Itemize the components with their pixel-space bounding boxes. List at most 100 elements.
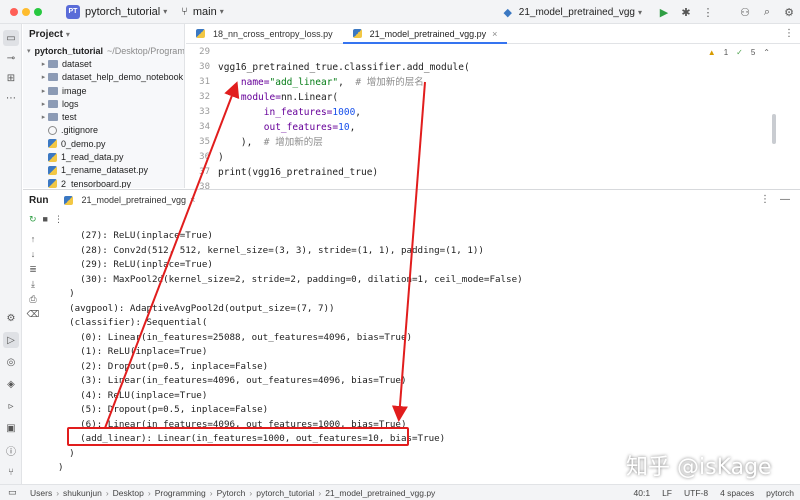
tree-item-7[interactable]: 1_read_data.py	[23, 150, 184, 163]
zoom-window-button[interactable]	[34, 7, 42, 16]
chevron-right-icon[interactable]: ▸	[39, 60, 48, 68]
console-line: (5): Dropout(p=0.5, inplace=False)	[58, 404, 269, 415]
print-icon[interactable]: ⎙	[23, 294, 43, 308]
tree-item-label: image	[62, 85, 87, 96]
indent-setting[interactable]: 4 spaces	[720, 488, 754, 498]
chevron-down-icon[interactable]: ▾	[66, 30, 70, 39]
project-tool-icon[interactable]: ▭	[3, 30, 19, 46]
scroll-to-end-icon[interactable]: ⤓	[23, 279, 43, 293]
tree-root[interactable]: ▾ pytorch_tutorial ~/Desktop/Programm	[23, 44, 184, 57]
breadcrumb-item[interactable]: pytorch_tutorial	[256, 488, 314, 498]
toggle-tool-windows-icon[interactable]: ▭	[8, 487, 17, 498]
python-packages-icon[interactable]: ⚙	[3, 310, 19, 326]
close-tab-icon[interactable]: ×	[492, 29, 497, 39]
project-panel-header[interactable]: Project ▾	[23, 24, 184, 44]
run-side-toolbar: ↑ ↓ ≣ ⤓ ⎙ ⌫	[23, 234, 43, 324]
breadcrumb-item[interactable]: Pytorch	[217, 488, 246, 498]
console-line: (0): Linear(in_features=25088, out_featu…	[58, 331, 413, 343]
chevron-right-icon[interactable]: ▸	[39, 113, 48, 121]
structure-icon[interactable]: ⊞	[3, 70, 19, 86]
code-comment: # 增加新的层名	[355, 77, 424, 88]
chevron-down-icon[interactable]: ▾	[27, 47, 31, 55]
code-text: )	[218, 152, 224, 163]
line-number: 31	[199, 77, 210, 87]
more-icon[interactable]: ⋮	[700, 4, 716, 20]
project-switcher[interactable]: pytorch_tutorial	[85, 6, 160, 18]
stop-icon[interactable]: ■	[43, 214, 48, 224]
gitignore-file-icon	[48, 125, 57, 135]
chevron-down-icon[interactable]: ▾	[220, 7, 224, 16]
minimize-window-button[interactable]	[22, 7, 30, 16]
branch-switcher[interactable]: main	[193, 6, 217, 18]
file-encoding[interactable]: UTF-8	[684, 488, 708, 498]
caret-position[interactable]: 40:1	[634, 488, 651, 498]
debug-icon[interactable]: ✱	[678, 4, 694, 20]
python-file-icon	[48, 152, 57, 162]
breadcrumb-item[interactable]: 21_model_pretrained_vgg.py	[325, 488, 435, 498]
search-icon[interactable]: ⌕	[759, 4, 775, 20]
code-number: 1000	[332, 107, 356, 118]
python-console-icon[interactable]: ◎	[3, 354, 19, 370]
breadcrumb-item[interactable]: Desktop	[113, 488, 144, 498]
settings-icon[interactable]: ⚙	[781, 4, 797, 20]
inspection-widget[interactable]: ▲ 1 ✓ 5 ⌃	[708, 48, 770, 57]
arrow-up-icon[interactable]: ↑	[23, 234, 43, 248]
tab-label: 21_model_pretrained_vgg.py	[369, 28, 487, 39]
editor-scrollbar[interactable]	[772, 114, 776, 144]
chevron-right-icon[interactable]: ▸	[39, 100, 48, 108]
interpreter-selector[interactable]: pytorch	[766, 488, 794, 498]
tree-item-2[interactable]: ▸ image	[23, 84, 184, 97]
chevron-down-icon[interactable]: ▾	[163, 7, 167, 16]
code-line: in_features=1000,	[263, 107, 362, 118]
tab-18-nn-cross-entropy-loss[interactable]: 18_nn_cross_entropy_loss.py	[186, 24, 343, 43]
line-separator[interactable]: LF	[662, 488, 672, 498]
arrow-down-icon[interactable]: ↓	[23, 249, 43, 263]
more-tabs-icon[interactable]: ⋮	[784, 28, 794, 39]
tab-21-model-pretrained-vgg[interactable]: 21_model_pretrained_vgg.py ×	[342, 24, 508, 44]
tree-item-9[interactable]: 2_tensorboard.py	[23, 177, 184, 188]
chevron-right-icon[interactable]: ▸	[39, 73, 48, 81]
breadcrumb-item[interactable]: Users	[30, 488, 52, 498]
run-icon[interactable]: ▶	[656, 4, 672, 20]
services-icon[interactable]: ▹	[3, 398, 19, 414]
tool-window-strip: ▭ ⊸ ⊞ ⋯ ⚙ ▷ ◎ ◈ ▹ ▣ ⓘ ⑂	[0, 24, 22, 484]
trash-icon[interactable]: ⌫	[23, 309, 43, 323]
more-tools-icon[interactable]: ⋯	[3, 90, 19, 106]
console-line: (3): Linear(in_features=4096, out_featur…	[58, 375, 407, 386]
tree-item-0[interactable]: ▸ dataset	[23, 57, 184, 70]
window-controls	[10, 7, 42, 16]
more-icon[interactable]: ⋮	[760, 194, 770, 205]
soft-wrap-icon[interactable]: ≣	[23, 264, 43, 278]
layers-icon[interactable]: ◈	[3, 376, 19, 392]
chevron-right-icon[interactable]: ▸	[39, 87, 48, 95]
run-tool-icon[interactable]: ▷	[3, 332, 19, 348]
terminal-icon[interactable]: ▣	[3, 420, 19, 436]
rerun-icon[interactable]: ↻	[29, 214, 37, 225]
tree-item-label: dataset_help_demo_notebook	[62, 72, 184, 83]
close-tab-icon[interactable]: ×	[190, 195, 195, 205]
project-panel-title: Project	[29, 28, 63, 40]
chevron-up-icon[interactable]: ⌃	[763, 48, 770, 57]
git-icon[interactable]: ⑂	[3, 464, 19, 480]
tree-item-6[interactable]: 0_demo.py	[23, 137, 184, 150]
breadcrumb-item[interactable]: Programming	[155, 488, 206, 498]
chevron-down-icon[interactable]: ▾	[638, 8, 642, 17]
run-config-selector[interactable]: 21_model_pretrained_vgg	[519, 7, 635, 18]
tree-item-3[interactable]: ▸ logs	[23, 97, 184, 110]
tree-item-1[interactable]: ▸ dataset_help_demo_notebook	[23, 71, 184, 84]
tree-item-label: .gitignore	[61, 125, 99, 136]
root-name: pytorch_tutorial	[34, 45, 104, 56]
code-area[interactable]: vgg16_pretrained_true.classifier.add_mod…	[218, 45, 470, 180]
minimize-panel-icon[interactable]: —	[780, 194, 790, 205]
add-user-icon[interactable]: ⚇	[737, 4, 753, 20]
tree-item-label: 0_demo.py	[61, 138, 106, 149]
close-window-button[interactable]	[10, 7, 18, 16]
problems-icon[interactable]: ⓘ	[3, 442, 19, 458]
tree-item-8[interactable]: 1_rename_dataset.py	[23, 164, 184, 177]
tree-item-4[interactable]: ▸ test	[23, 110, 184, 123]
tree-item-5[interactable]: .gitignore	[23, 124, 184, 137]
more-icon[interactable]: ⋮	[54, 214, 63, 225]
commit-icon[interactable]: ⊸	[3, 50, 19, 66]
breadcrumb-item[interactable]: shukunjun	[63, 488, 102, 498]
run-tab[interactable]: 21_model_pretrained_vgg ×	[64, 195, 195, 205]
